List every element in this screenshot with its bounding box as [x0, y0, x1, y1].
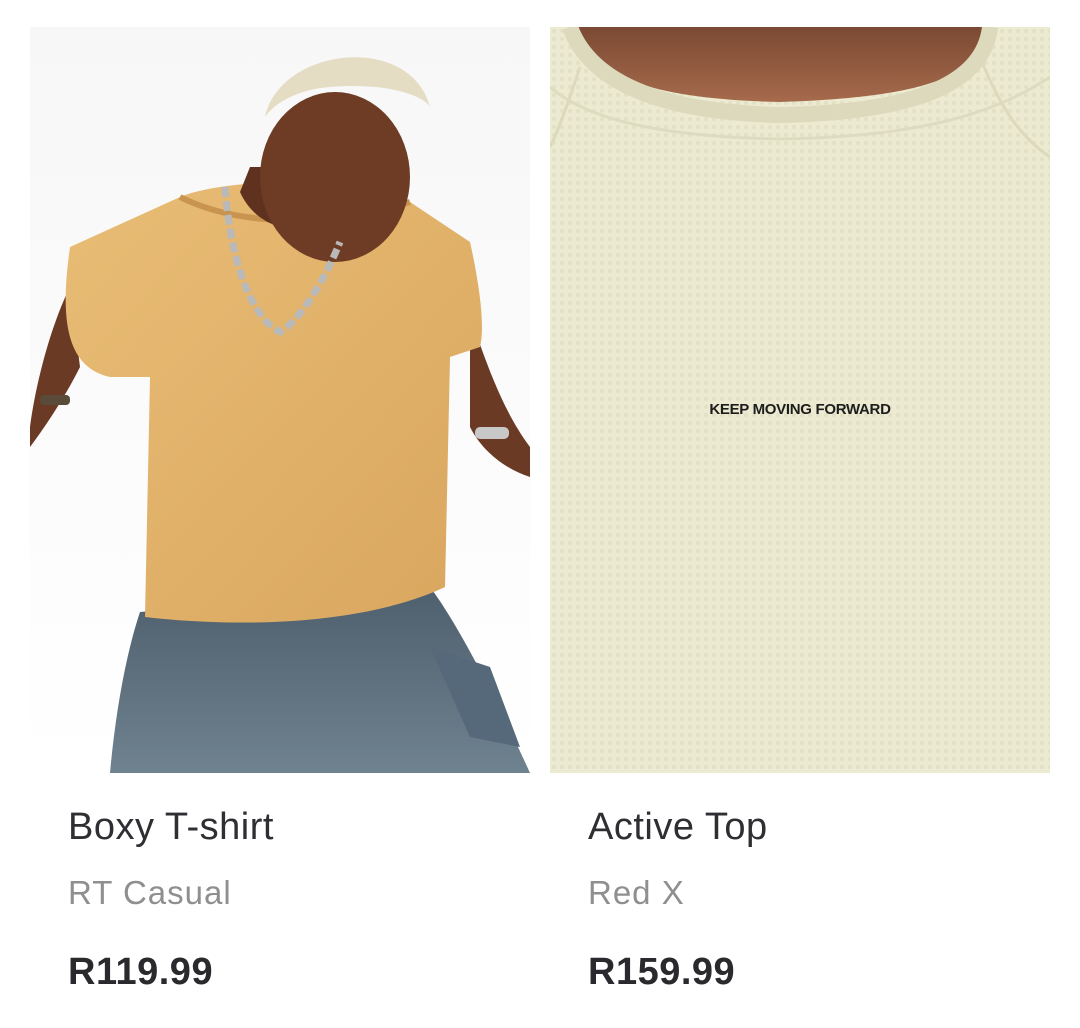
- product-card-active-top[interactable]: KEEP MOVING FORWARD Active Top Red X R15…: [550, 0, 1050, 1028]
- product-brand: Red X: [588, 874, 685, 911]
- product-price: R159.99: [588, 951, 736, 993]
- product-image-active-top[interactable]: KEEP MOVING FORWARD: [550, 27, 1050, 773]
- model-photo-illustration: [30, 27, 530, 773]
- product-price: R119.99: [68, 951, 214, 993]
- product-image-boxy-tshirt[interactable]: [30, 27, 530, 773]
- product-card-boxy-tshirt[interactable]: Boxy T-shirt RT Casual R119.99: [30, 0, 530, 1028]
- product-title[interactable]: Boxy T-shirt: [68, 804, 274, 850]
- product-title[interactable]: Active Top: [588, 804, 768, 850]
- shirt-print-text: KEEP MOVING FORWARD: [709, 401, 891, 418]
- product-grid: Boxy T-shirt RT Casual R119.99 KEEP MOVI…: [0, 0, 1080, 1028]
- product-brand: RT Casual: [68, 874, 232, 911]
- shirt-closeup-illustration: [550, 27, 1050, 773]
